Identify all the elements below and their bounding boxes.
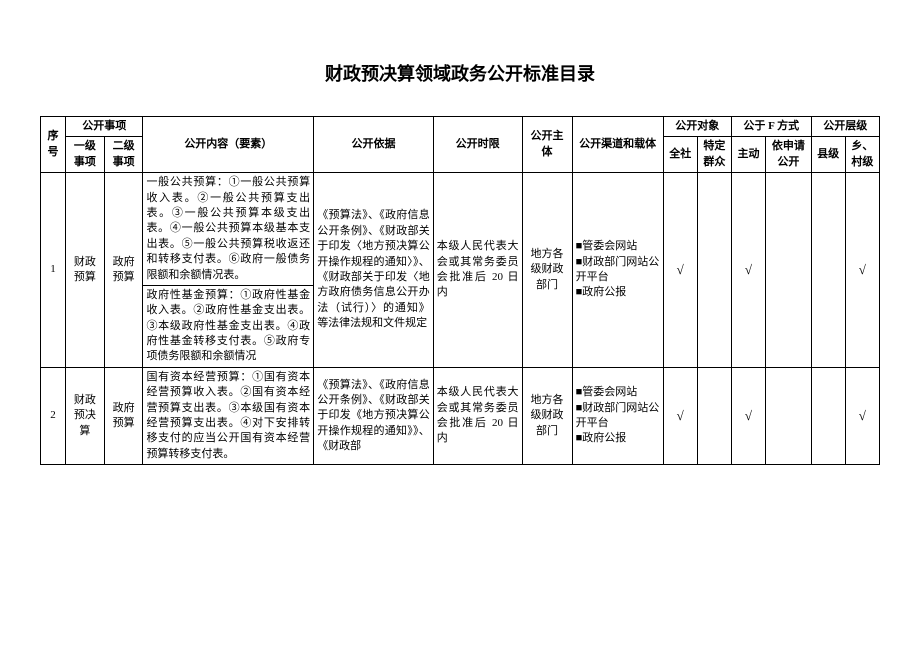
standards-table: 序号 公开事项 公开内容（要素） 公开依据 公开时限 公开主体 公开渠道和载体 …	[40, 116, 880, 465]
th-content: 公开内容（要素）	[143, 117, 314, 173]
th-level-village: 乡、村级	[845, 137, 879, 173]
cell-timing: 本级人民代表大会或其常务委员会批准后 20 日内	[433, 173, 522, 368]
cell-m-req	[766, 367, 812, 464]
th-aud-spec: 特定群众	[697, 137, 731, 173]
cell-aud-all: √	[663, 367, 697, 464]
table-header: 序号 公开事项 公开内容（要素） 公开依据 公开时限 公开主体 公开渠道和载体 …	[41, 117, 880, 173]
cell-lv-county	[811, 173, 845, 368]
cell-basis: 《预算法》、《政府信息公开条例》、《财政部关于印发《地方预决算公开操作规程的通知…	[314, 367, 434, 464]
cell-content: 国有资本经营预算：①国有资本经营预算收入表。②国有资本经营预算支出表。③本级国有…	[143, 367, 314, 464]
cell-timing: 本级人民代表大会或其常务委员会批准后 20 日内	[433, 367, 522, 464]
document-page: 财政预决算领域政务公开标准目录 序号 公开事项 公开内容（要素） 公开依据 公开…	[0, 0, 920, 485]
th-method-active: 主动	[731, 137, 765, 173]
cell-lv-village: √	[845, 367, 879, 464]
cell-l1: 财政预决算	[66, 367, 105, 464]
cell-seq: 2	[41, 367, 66, 464]
cell-subject: 地方各级财政部门	[522, 173, 572, 368]
th-channel: 公开渠道和载体	[572, 117, 663, 173]
cell-m-req	[766, 173, 812, 368]
cell-m-active: √	[731, 367, 765, 464]
cell-content-b: 政府性基金预算：①政府性基金收入表。②政府性基金支出表。③本级政府性基金支出表。…	[143, 285, 314, 367]
th-matter-l1: 一级事项	[66, 137, 105, 173]
table-row: 2 财政预决算 政府预算 国有资本经营预算：①国有资本经营预算收入表。②国有资本…	[41, 367, 880, 464]
cell-lv-village: √	[845, 173, 879, 368]
cell-channel: ■管委会网站 ■财政部门网站公开平台 ■政府公报	[572, 367, 663, 464]
th-seq: 序号	[41, 117, 66, 173]
th-method: 公于 F 方式	[731, 117, 811, 137]
cell-aud-spec	[697, 367, 731, 464]
cell-lv-county	[811, 367, 845, 464]
cell-basis: 《预算法》、《政府信息公开条例》、《财政部关于印发〈地方预决算公开操作规程的通知…	[314, 173, 434, 368]
cell-m-active: √	[731, 173, 765, 368]
cell-aud-spec	[697, 173, 731, 368]
cell-content-a: 一般公共预算：①一般公共预算收入表。②一般公共预算支出表。③一般公共预算本级支出…	[143, 173, 314, 286]
th-level-county: 县级	[811, 137, 845, 173]
cell-l1: 财政预算	[66, 173, 105, 368]
cell-seq: 1	[41, 173, 66, 368]
table-row: 1 财政预算 政府预算 一般公共预算：①一般公共预算收入表。②一般公共预算支出表…	[41, 173, 880, 286]
th-basis: 公开依据	[314, 117, 434, 173]
th-matter: 公开事项	[66, 117, 143, 137]
page-title: 财政预决算领域政务公开标准目录	[40, 60, 880, 86]
th-audience: 公开对象	[663, 117, 731, 137]
th-method-req: 依申请公开	[766, 137, 812, 173]
cell-aud-all: √	[663, 173, 697, 368]
cell-l2: 政府预算	[104, 173, 143, 368]
th-level: 公开层级	[811, 117, 879, 137]
cell-l2: 政府预算	[104, 367, 143, 464]
th-matter-l2: 二级事项	[104, 137, 143, 173]
th-subject: 公开主体	[522, 117, 572, 173]
cell-channel: ■管委会网站 ■财政部门网站公开平台 ■政府公报	[572, 173, 663, 368]
cell-subject: 地方各级财政部门	[522, 367, 572, 464]
th-timing: 公开时限	[433, 117, 522, 173]
th-aud-all: 全社	[663, 137, 697, 173]
